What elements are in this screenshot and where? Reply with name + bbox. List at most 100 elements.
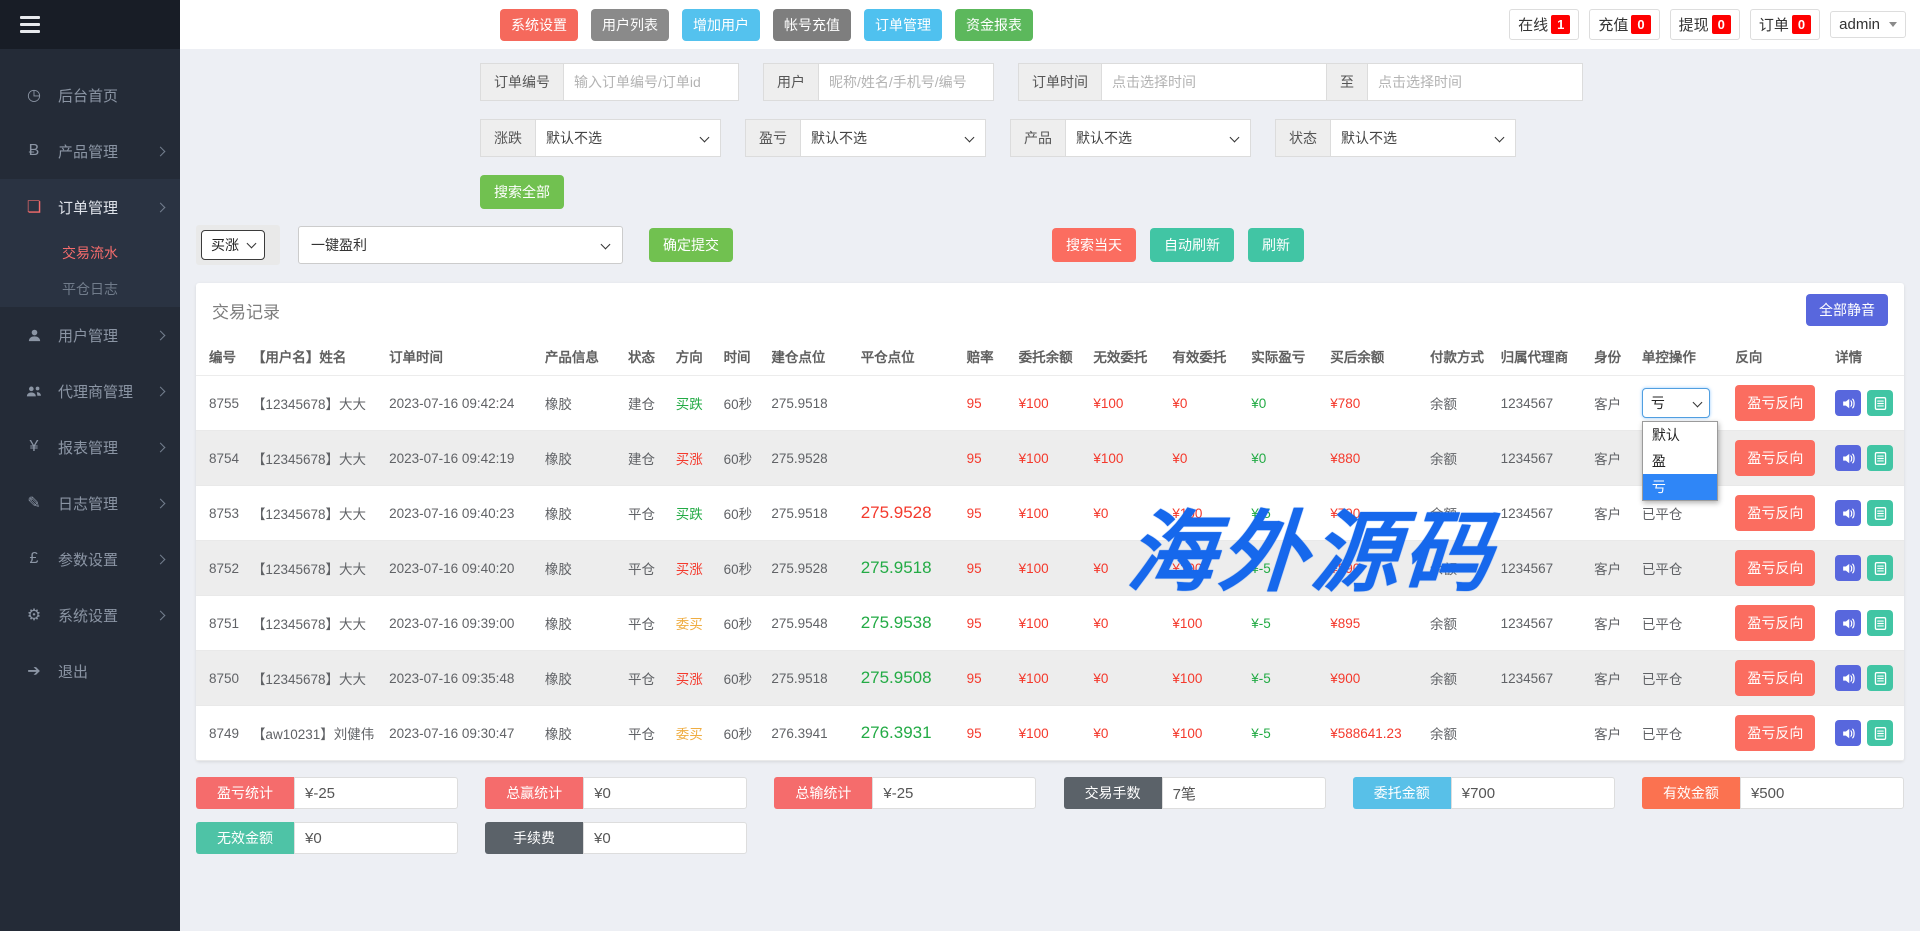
time-end-input[interactable] [1368, 63, 1583, 101]
sidebar-item[interactable]: £参数设置 [0, 531, 180, 587]
chevron-down-icon [601, 240, 611, 250]
cell-entrust-balance: ¥100 [1015, 376, 1090, 431]
single-control-select[interactable]: 亏 [1642, 388, 1710, 418]
sound-icon[interactable] [1835, 720, 1861, 746]
cell-product: 橡胶 [541, 596, 624, 651]
topbar-status-area: 在线1 充值0 提现0 订单0 admin [1509, 9, 1906, 40]
filter-select[interactable]: 默认不选 [536, 119, 721, 157]
detail-list-icon[interactable] [1867, 610, 1893, 636]
detail-list-icon[interactable] [1867, 500, 1893, 526]
quick-button[interactable]: 系统设置 [500, 9, 578, 41]
cell-entrust-balance: ¥100 [1015, 541, 1090, 596]
dropdown-option[interactable]: 默认 [1643, 422, 1717, 448]
closed-status-text: 已平仓 [1642, 727, 1683, 742]
cell-product: 橡胶 [541, 376, 624, 431]
cell-product: 橡胶 [541, 706, 624, 761]
cell-identity: 客户 [1590, 706, 1638, 761]
closed-status-text: 已平仓 [1642, 507, 1683, 522]
column-header: 无效委托 [1089, 337, 1168, 376]
quick-button[interactable]: 增加用户 [682, 9, 760, 41]
cell-direction: 买涨 [672, 651, 720, 706]
quick-button[interactable]: 订单管理 [864, 9, 942, 41]
admin-user-menu[interactable]: admin [1830, 11, 1906, 38]
hamburger-menu-icon[interactable] [20, 16, 40, 33]
status-chip[interactable]: 提现0 [1670, 9, 1740, 40]
panel-header: 交易记录 全部静音 [196, 283, 1904, 337]
detail-list-icon[interactable] [1867, 665, 1893, 691]
status-chip[interactable]: 订单0 [1750, 9, 1820, 40]
sound-icon[interactable] [1835, 610, 1861, 636]
auto-refresh-button[interactable]: 自动刷新 [1150, 228, 1234, 262]
cell-detail [1831, 541, 1904, 596]
sidebar-item[interactable]: Ƀ产品管理 [0, 123, 180, 179]
sidebar-subitem[interactable]: 平仓日志 [0, 271, 180, 307]
sound-icon[interactable] [1835, 555, 1861, 581]
system-icon: ⚙ [24, 605, 44, 625]
search-today-button[interactable]: 搜索当天 [1052, 228, 1136, 262]
pl-reverse-button[interactable]: 盈亏反向 [1735, 660, 1815, 696]
detail-list-icon[interactable] [1867, 555, 1893, 581]
user-label: 用户 [763, 63, 819, 101]
quick-button[interactable]: 资金报表 [955, 9, 1033, 41]
status-chip-label: 充值 [1598, 14, 1628, 35]
cell-status: 平仓 [624, 706, 672, 761]
sidebar-item[interactable]: ⚙系统设置 [0, 587, 180, 643]
quick-button[interactable]: 帐号充值 [773, 9, 851, 41]
chevron-down-icon [700, 133, 710, 143]
direction-select[interactable]: 买涨 [201, 230, 265, 260]
status-chip[interactable]: 充值0 [1589, 9, 1659, 40]
detail-list-icon[interactable] [1867, 390, 1893, 416]
cell-identity: 客户 [1590, 596, 1638, 651]
cell-valid-entrust: ¥0 [1168, 431, 1247, 486]
sidebar-item[interactable]: ¥报表管理 [0, 419, 180, 475]
sound-icon[interactable] [1835, 500, 1861, 526]
user-input[interactable] [819, 63, 994, 101]
pl-reverse-button[interactable]: 盈亏反向 [1735, 440, 1815, 476]
bulk-action-select[interactable]: 一键盈利 [298, 226, 623, 264]
cell-duration: 60秒 [720, 431, 768, 486]
quick-button[interactable]: 用户列表 [591, 9, 669, 41]
stat-value: ¥0 [583, 777, 747, 809]
cell-reverse: 盈亏反向 [1731, 486, 1831, 541]
filter-select[interactable]: 默认不选 [1331, 119, 1516, 157]
stat-value: ¥0 [583, 822, 747, 854]
sidebar-item[interactable]: ✎日志管理 [0, 475, 180, 531]
cell-order-time: 2023-07-16 09:40:20 [385, 541, 541, 596]
search-all-button[interactable]: 搜索全部 [480, 175, 564, 209]
pl-reverse-button[interactable]: 盈亏反向 [1735, 495, 1815, 531]
pl-reverse-button[interactable]: 盈亏反向 [1735, 605, 1815, 641]
sidebar-subitem[interactable]: 交易流水 [0, 235, 180, 271]
sidebar-item[interactable]: 用户管理 [0, 307, 180, 363]
cell-direction: 委买 [672, 706, 720, 761]
cell-direction: 买跌 [672, 486, 720, 541]
pl-reverse-button[interactable]: 盈亏反向 [1735, 550, 1815, 586]
sidebar-item[interactable]: ➔退出 [0, 643, 180, 699]
status-chip[interactable]: 在线1 [1509, 9, 1579, 40]
sidebar-section: ➔退出 [0, 643, 180, 699]
filter-select[interactable]: 默认不选 [801, 119, 986, 157]
submit-button[interactable]: 确定提交 [649, 228, 733, 262]
cell-user-name: 【12345678】大大 [248, 431, 385, 486]
detail-list-icon[interactable] [1867, 445, 1893, 471]
order-no-input[interactable] [564, 63, 739, 101]
time-start-input[interactable] [1102, 63, 1327, 101]
cell-detail [1831, 431, 1904, 486]
sidebar-item-label: 日志管理 [58, 493, 118, 514]
sound-icon[interactable] [1835, 665, 1861, 691]
column-header: 订单时间 [385, 337, 541, 376]
pl-reverse-button[interactable]: 盈亏反向 [1735, 715, 1815, 751]
cell-status: 平仓 [624, 486, 672, 541]
sidebar-item[interactable]: ◷后台首页 [0, 67, 180, 123]
sidebar-item[interactable]: 代理商管理 [0, 363, 180, 419]
pl-reverse-button[interactable]: 盈亏反向 [1735, 385, 1815, 421]
dropdown-option[interactable]: 盈 [1643, 448, 1717, 474]
filter-select[interactable]: 默认不选 [1066, 119, 1251, 157]
sidebar-item[interactable]: ❏订单管理 [0, 179, 180, 235]
refresh-button[interactable]: 刷新 [1248, 228, 1304, 262]
chevron-right-icon [156, 330, 166, 340]
dropdown-option[interactable]: 亏 [1643, 474, 1717, 500]
sound-icon[interactable] [1835, 390, 1861, 416]
mute-all-button[interactable]: 全部静音 [1806, 294, 1888, 326]
sound-icon[interactable] [1835, 445, 1861, 471]
detail-list-icon[interactable] [1867, 720, 1893, 746]
